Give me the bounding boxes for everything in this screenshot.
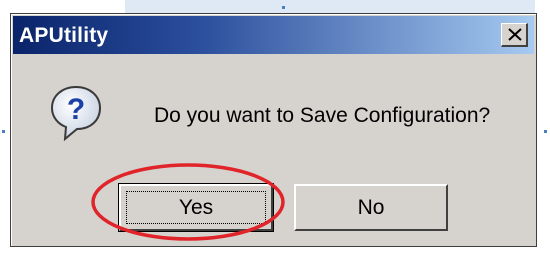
screenshot-page: APUtility ? Do you want to Save Configur…: [0, 0, 550, 258]
no-button[interactable]: No: [294, 184, 448, 231]
close-icon: [508, 28, 522, 41]
background-window-strip: [125, 0, 535, 14]
no-button-label: No: [357, 195, 385, 219]
yes-button[interactable]: Yes: [118, 183, 274, 232]
svg-text:?: ?: [67, 93, 85, 126]
focus-indicator: [126, 191, 266, 224]
dialog-message: Do you want to Save Configuration?: [154, 104, 491, 127]
question-icon: ?: [49, 84, 103, 142]
close-button[interactable]: [501, 23, 528, 47]
background-marker: [282, 6, 285, 9]
window-title: APUtility: [19, 24, 109, 47]
title-bar[interactable]: APUtility: [13, 16, 534, 54]
message-dialog: APUtility ? Do you want to Save Configur…: [10, 13, 537, 247]
background-marker: [544, 130, 547, 133]
background-marker: [2, 130, 5, 133]
